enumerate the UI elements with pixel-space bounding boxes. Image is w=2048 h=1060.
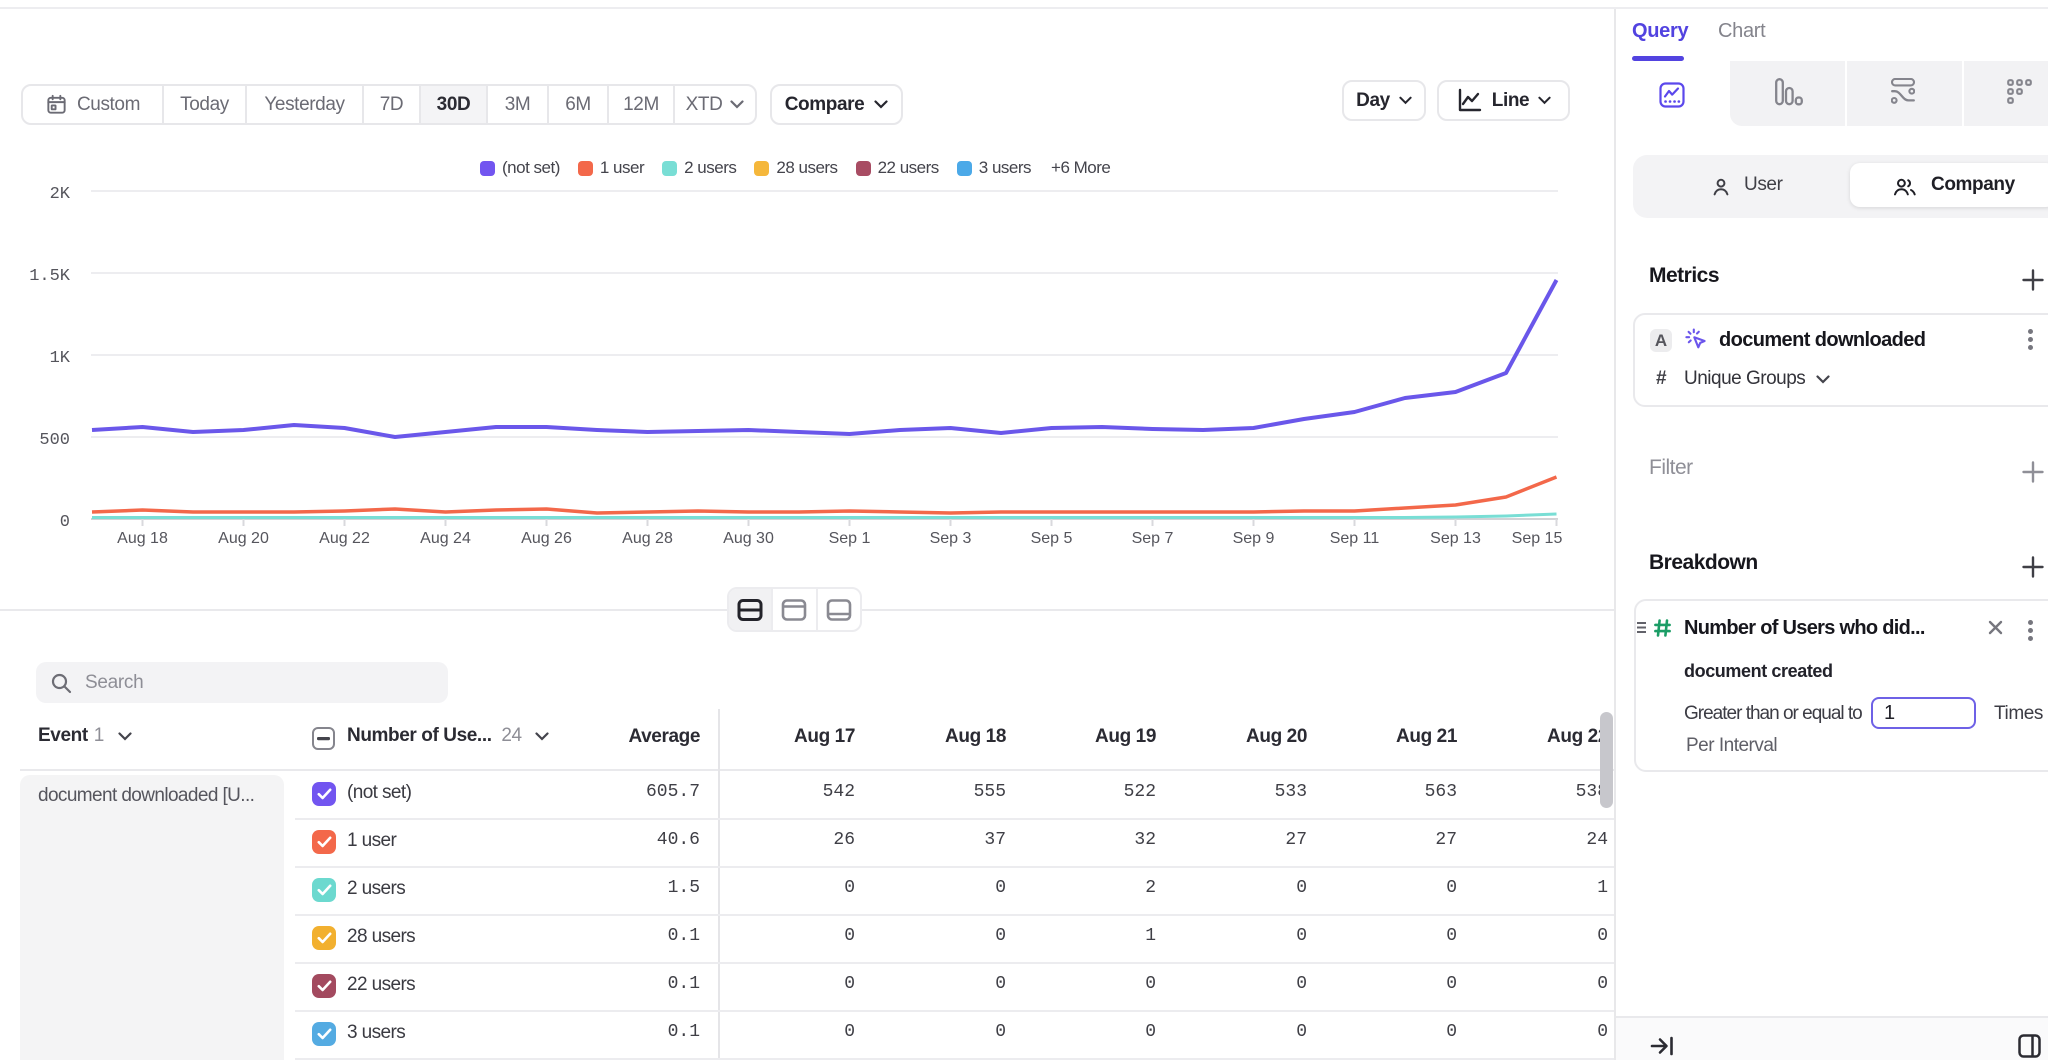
svg-text:Sep 9: Sep 9 <box>1233 530 1275 547</box>
svg-text:500: 500 <box>39 431 70 450</box>
svg-text:Aug 20: Aug 20 <box>218 530 269 547</box>
svg-text:Aug 30: Aug 30 <box>723 530 774 547</box>
svg-text:2K: 2K <box>50 185 71 204</box>
svg-text:Sep 5: Sep 5 <box>1031 530 1073 547</box>
svg-text:Aug 24: Aug 24 <box>420 530 471 547</box>
svg-text:1K: 1K <box>50 349 71 368</box>
svg-text:Aug 22: Aug 22 <box>319 530 370 547</box>
svg-text:Sep 1: Sep 1 <box>829 530 871 547</box>
svg-text:Aug 28: Aug 28 <box>622 530 673 547</box>
svg-text:0: 0 <box>60 513 70 532</box>
svg-text:Sep 15: Sep 15 <box>1512 530 1563 547</box>
svg-text:Aug 18: Aug 18 <box>117 530 168 547</box>
svg-text:Sep 3: Sep 3 <box>930 530 972 547</box>
svg-text:Sep 13: Sep 13 <box>1430 530 1481 547</box>
svg-text:Sep 7: Sep 7 <box>1132 530 1174 547</box>
svg-text:1.5K: 1.5K <box>29 267 71 286</box>
svg-text:Sep 11: Sep 11 <box>1330 530 1380 547</box>
svg-text:Aug 26: Aug 26 <box>521 530 572 547</box>
